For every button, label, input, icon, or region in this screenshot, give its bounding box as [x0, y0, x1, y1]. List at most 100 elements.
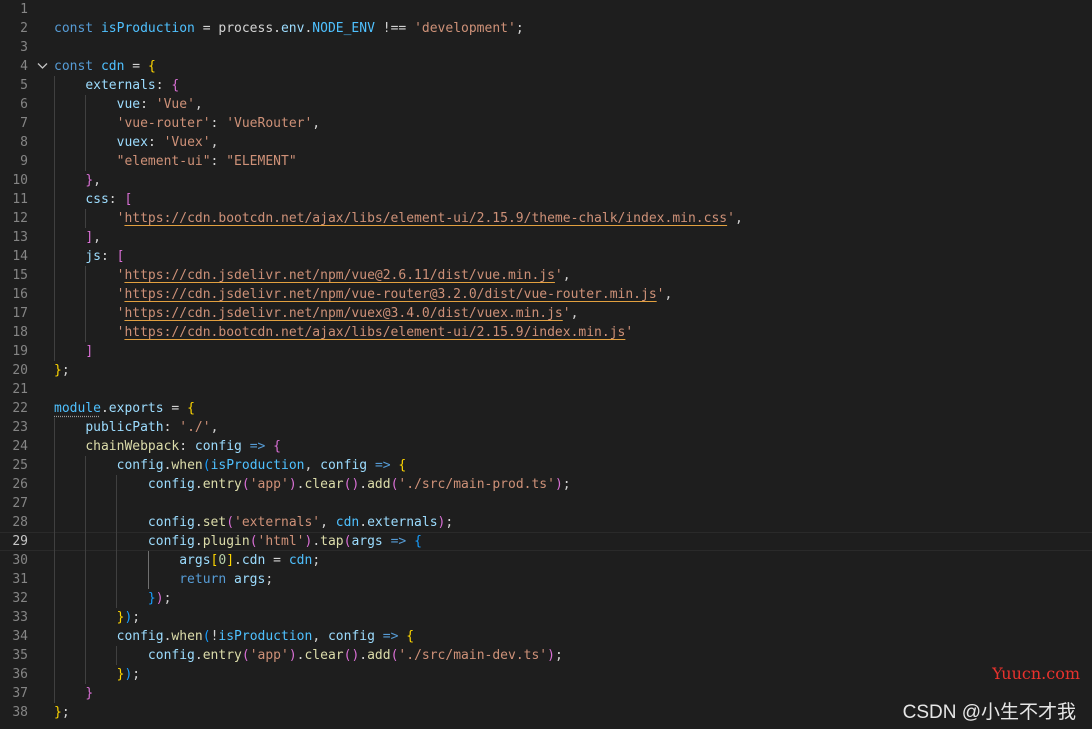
- code-token: ]: [85, 230, 94, 245]
- code-line[interactable]: 31 return args;: [0, 570, 1092, 589]
- code-line[interactable]: 28 config.set('externals', cdn.externals…: [0, 513, 1092, 532]
- code-token: config: [147, 648, 195, 663]
- code-token: ,: [210, 135, 219, 150]
- code-token: {: [187, 401, 195, 416]
- chevron-down-icon[interactable]: [37, 57, 48, 76]
- code-editor[interactable]: 1 2 const isProduction = process.env.NODE_…: [0, 0, 1092, 729]
- code-line[interactable]: 3: [0, 38, 1092, 57]
- line-number: 9: [20, 154, 28, 169]
- code-text: const cdn = {: [54, 57, 156, 76]
- line-number: 18: [12, 325, 28, 340]
- code-line[interactable]: 8 vuex: 'Vuex',: [0, 133, 1092, 152]
- code-token: config: [147, 534, 195, 549]
- code-line[interactable]: 26 config.entry('app').clear().add('./sr…: [0, 475, 1092, 494]
- code-token: clear: [304, 648, 344, 663]
- code-line[interactable]: 35 config.entry('app').clear().add('./sr…: [0, 646, 1092, 665]
- code-token: [: [124, 192, 133, 207]
- code-line[interactable]: 4 const cdn = {: [0, 57, 1092, 76]
- code-line[interactable]: 22 module.exports = {: [0, 399, 1092, 418]
- code-line[interactable]: 18 'https://cdn.bootcdn.net/ajax/libs/el…: [0, 323, 1092, 342]
- code-line[interactable]: 15 'https://cdn.jsdelivr.net/npm/vue@2.6…: [0, 266, 1092, 285]
- code-line[interactable]: 25 config.when(isProduction, config => {: [0, 456, 1092, 475]
- code-line[interactable]: 1: [0, 0, 1092, 19]
- code-line[interactable]: 12 'https://cdn.bootcdn.net/ajax/libs/el…: [0, 209, 1092, 228]
- code-token: ,: [312, 629, 328, 644]
- line-number: 20: [12, 363, 28, 378]
- code-line[interactable]: 9 "element-ui": "ELEMENT": [0, 152, 1092, 171]
- code-token: ;: [515, 21, 524, 36]
- code-line[interactable]: 7 'vue-router': 'VueRouter',: [0, 114, 1092, 133]
- url-string: https://cdn.bootcdn.net/ajax/libs/elemen…: [124, 211, 728, 226]
- code-line[interactable]: 13 ],: [0, 228, 1092, 247]
- code-line[interactable]: 19 ]: [0, 342, 1092, 361]
- code-line[interactable]: 16 'https://cdn.jsdelivr.net/npm/vue-rou…: [0, 285, 1092, 304]
- code-text: },: [54, 171, 101, 190]
- code-token: "ELEMENT": [226, 154, 297, 169]
- code-line[interactable]: 10 },: [0, 171, 1092, 190]
- code-line[interactable]: 23 publicPath: './',: [0, 418, 1092, 437]
- code-token: .: [359, 648, 368, 663]
- code-line[interactable]: 5 externals: {: [0, 76, 1092, 95]
- line-number: 22: [12, 401, 28, 416]
- code-token: ': [727, 211, 735, 226]
- code-line[interactable]: 21: [0, 380, 1092, 399]
- code-token: ;: [562, 477, 571, 492]
- code-token: 'html': [257, 534, 305, 549]
- code-token: entry: [202, 648, 242, 663]
- line-number: 4: [20, 59, 28, 74]
- code-token: ,: [93, 173, 101, 188]
- code-token: './': [179, 420, 211, 435]
- code-token: NODE_ENV: [312, 21, 375, 36]
- line-number: 5: [20, 78, 28, 93]
- code-token: config: [147, 477, 195, 492]
- code-text: });: [54, 665, 140, 684]
- code-token: ): [288, 648, 297, 663]
- code-line[interactable]: 30 args[0].cdn = cdn;: [0, 551, 1092, 570]
- code-token: {: [406, 629, 415, 644]
- code-token: env: [280, 21, 305, 36]
- code-line[interactable]: 11 css: [: [0, 190, 1092, 209]
- code-text: ]: [54, 342, 93, 361]
- code-token: :: [155, 78, 172, 93]
- code-line[interactable]: 24 chainWebpack: config => {: [0, 437, 1092, 456]
- code-line[interactable]: 14 js: [: [0, 247, 1092, 266]
- code-token: args: [351, 534, 383, 549]
- code-token: clear: [304, 477, 344, 492]
- indent-guide: [85, 494, 87, 513]
- code-text: }: [54, 684, 93, 703]
- line-number: 25: [12, 458, 28, 473]
- code-line[interactable]: 27: [0, 494, 1092, 513]
- code-line[interactable]: 34 config.when(!isProduction, config => …: [0, 627, 1092, 646]
- code-token: ]: [85, 344, 94, 359]
- line-number: 21: [12, 382, 28, 397]
- code-text: css: [: [54, 190, 132, 209]
- code-line[interactable]: 29 config.plugin('html').tap(args => {: [0, 532, 1092, 551]
- code-token: tap: [320, 534, 344, 549]
- code-token: ': [625, 325, 634, 340]
- code-token: './src/main-prod.ts': [398, 477, 555, 492]
- code-text: config.when(!isProduction, config => {: [54, 627, 414, 646]
- code-token: isProduction: [218, 629, 313, 644]
- code-line[interactable]: 2 const isProduction = process.env.NODE_E…: [0, 19, 1092, 38]
- code-token: 'VueRouter': [226, 116, 313, 131]
- code-line[interactable]: 20};: [0, 361, 1092, 380]
- code-token: 'externals': [234, 515, 321, 530]
- code-line[interactable]: 17 'https://cdn.jsdelivr.net/npm/vuex@3.…: [0, 304, 1092, 323]
- code-line[interactable]: 36 });: [0, 665, 1092, 684]
- code-line[interactable]: 32 });: [0, 589, 1092, 608]
- code-line[interactable]: 6 vue: 'Vue',: [0, 95, 1092, 114]
- line-number: 11: [12, 192, 28, 207]
- code-token: 'vue-router': [116, 116, 211, 131]
- line-number: 3: [20, 40, 28, 55]
- code-line[interactable]: 33 });: [0, 608, 1092, 627]
- code-token: (: [202, 629, 211, 644]
- code-token: ;: [265, 572, 274, 587]
- url-string: https://cdn.jsdelivr.net/npm/vue-router@…: [124, 287, 657, 302]
- code-token: cdn: [335, 515, 360, 530]
